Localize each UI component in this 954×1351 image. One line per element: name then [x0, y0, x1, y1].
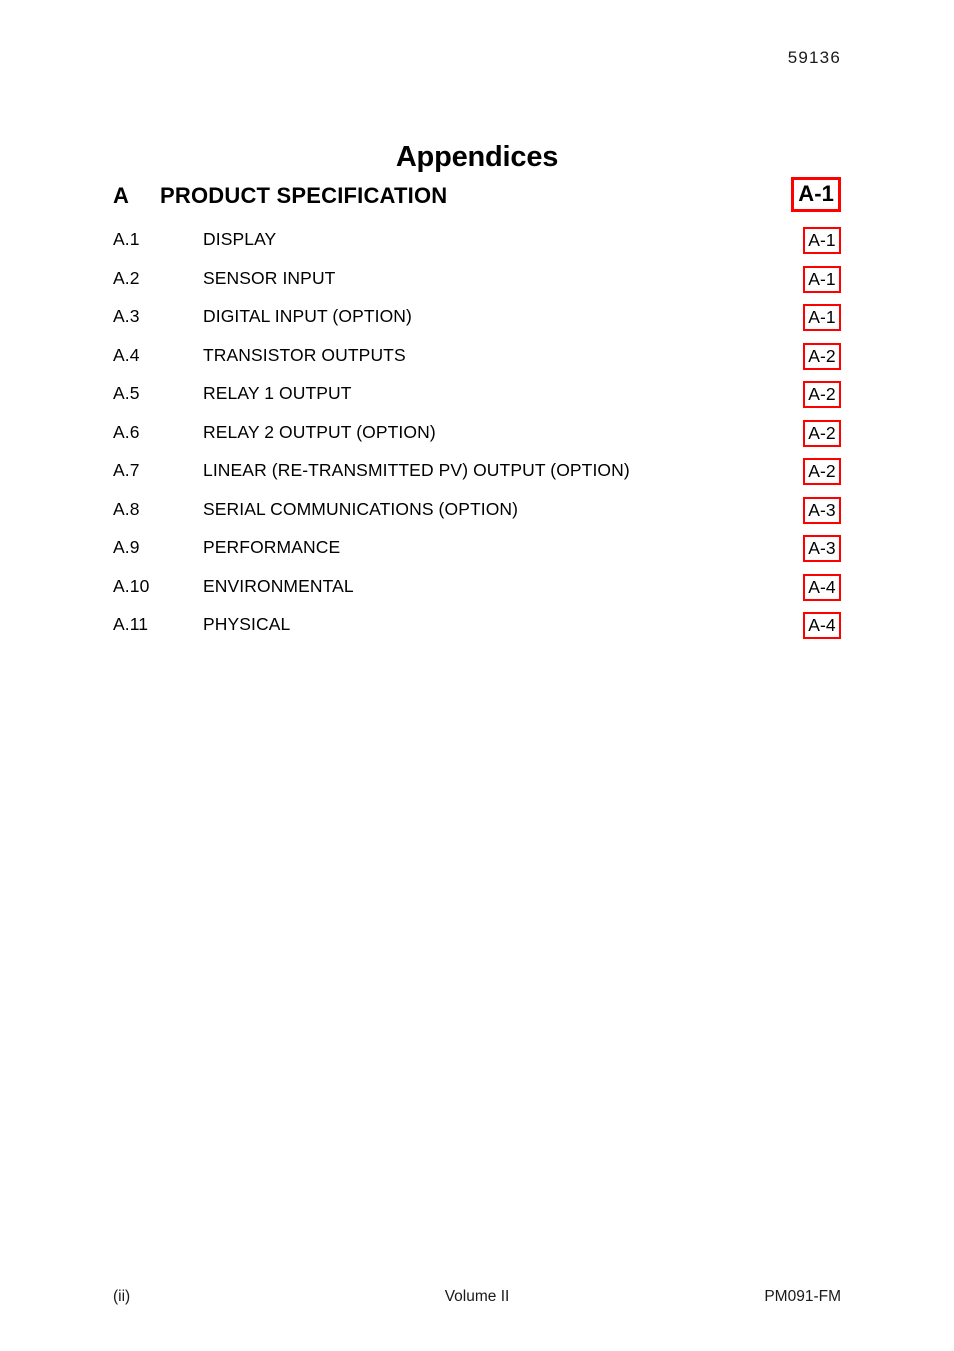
toc-section-row[interactable]: A.1 DISPLAY A-1	[113, 227, 841, 268]
toc-entry-page-link[interactable]: A-1	[803, 265, 841, 293]
toc-entry-number: A.6	[113, 421, 140, 442]
document-page: 59136 Appendices A PRODUCT SPECIFICATION A…	[0, 0, 954, 1351]
toc-section-row[interactable]: A.7 LINEAR (RE-TRANSMITTED PV) OUTPUT (OP…	[113, 458, 841, 499]
toc-section-row[interactable]: A.4 TRANSISTOR OUTPUTS A-2	[113, 342, 841, 384]
toc-section-row[interactable]: A.9 PERFORMANCE A-3	[113, 535, 841, 576]
toc-entry-title: LINEAR (RE-TRANSMITTED PV) OUTPUT (OPTIO…	[203, 460, 630, 480]
document-number-header: 59136	[787, 48, 841, 67]
toc-entry-number: A.8	[113, 498, 140, 519]
toc-entry-page-link[interactable]: A-4	[803, 573, 841, 601]
footer-document-code: PM091-FM	[764, 1288, 841, 1305]
toc-entry-number: A.10	[113, 575, 150, 596]
toc-entry-number: A	[113, 183, 130, 208]
toc-entry-title: DIGITAL INPUT (OPTION)	[203, 306, 412, 326]
toc-entry-page-link[interactable]: A-3	[803, 535, 841, 563]
toc-entry-page-link[interactable]: A-3	[803, 496, 841, 524]
toc-entry-number: A.3	[113, 306, 140, 326]
toc-entry-number: A.4	[113, 344, 140, 365]
page-title: Appendices	[395, 141, 559, 174]
toc-entry-number: A.7	[113, 460, 140, 480]
toc-section-row[interactable]: A.11 PHYSICAL A-4	[113, 612, 841, 653]
toc-entry-number: A.1	[113, 229, 140, 249]
toc-entry-title: RELAY 1 OUTPUT	[203, 383, 352, 403]
toc-entry-title: DISPLAY	[203, 229, 277, 249]
toc-entry-number: A.2	[113, 267, 140, 288]
toc-entry-title: RELAY 2 OUTPUT (OPTION)	[203, 421, 436, 442]
toc-entry-title: ENVIRONMENTAL	[203, 575, 354, 596]
toc-entry-number: A.9	[113, 537, 140, 557]
toc-section-row[interactable]: A.5 RELAY 1 OUTPUT A-2	[113, 381, 841, 422]
toc-entry-title: SERIAL COMMUNICATIONS (OPTION)	[203, 498, 519, 519]
toc-entry-page-link[interactable]: A-1	[791, 177, 841, 213]
toc-entry-page-link[interactable]: A-2	[803, 342, 841, 370]
toc-entry-title: PHYSICAL	[203, 614, 291, 634]
toc-entry-number: A.11	[113, 614, 149, 634]
toc-entry-page-link[interactable]: A-2	[803, 419, 841, 447]
toc-entry-page-link[interactable]: A-1	[803, 304, 841, 332]
toc-chapter-row[interactable]: A PRODUCT SPECIFICATION A-1	[113, 177, 841, 229]
toc-section-row[interactable]: A.10 ENVIRONMENTAL A-4	[113, 573, 841, 615]
toc-entry-title: TRANSISTOR OUTPUTS	[203, 344, 406, 365]
toc-entry-page-link[interactable]: A-4	[803, 612, 841, 640]
toc-section-row[interactable]: A.6 RELAY 2 OUTPUT (OPTION) A-2	[113, 419, 841, 461]
page-footer: (ii) Volume II PM091-FM	[113, 1288, 841, 1310]
toc-entry-page-link[interactable]: A-2	[803, 381, 841, 409]
table-of-contents: A PRODUCT SPECIFICATION A-1 A.1 DISPLAY A-1 A.…	[113, 177, 841, 653]
footer-volume-label: Volume II	[444, 1288, 510, 1305]
toc-entry-page-link[interactable]: A-2	[803, 458, 841, 486]
toc-entry-number: A.5	[113, 383, 140, 403]
toc-entry-title: PRODUCT SPECIFICATION	[160, 183, 448, 208]
toc-section-row[interactable]: A.2 SENSOR INPUT A-1	[113, 265, 841, 307]
toc-entry-title: PERFORMANCE	[203, 537, 341, 557]
toc-entry-page-link[interactable]: A-1	[803, 227, 841, 255]
toc-entry-title: SENSOR INPUT	[203, 267, 336, 288]
toc-section-row[interactable]: A.8 SERIAL COMMUNICATIONS (OPTION) A-3	[113, 496, 841, 538]
toc-section-row[interactable]: A.3 DIGITAL INPUT (OPTION) A-1	[113, 304, 841, 345]
